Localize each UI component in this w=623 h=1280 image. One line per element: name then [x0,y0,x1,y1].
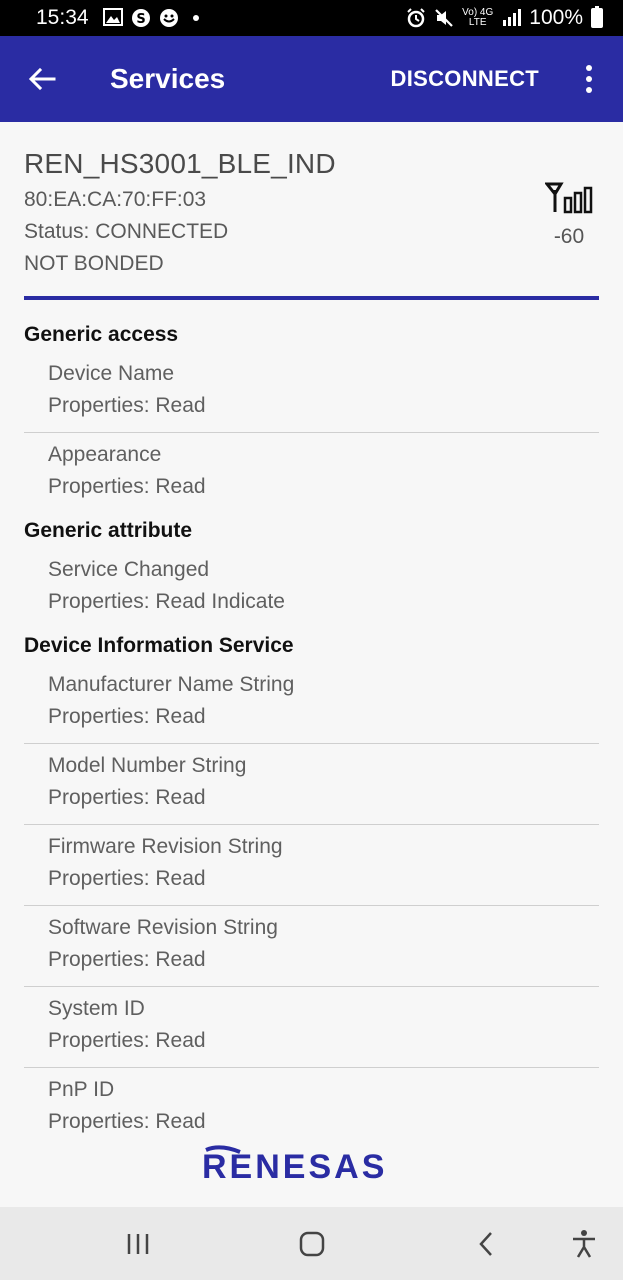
accessibility-button[interactable] [544,1207,623,1280]
characteristic-name: Service Changed [48,558,210,581]
home-button[interactable] [272,1207,352,1280]
service-generic-access: Generic access Device Name Properties: R… [24,318,599,514]
service-title: Generic attribute [24,519,193,542]
characteristic-item[interactable]: Firmware Revision String Properties: Rea… [24,825,599,906]
notification-dot-icon [192,15,199,21]
characteristic-name: PnP ID [48,1078,115,1101]
system-nav-bar [0,1207,623,1280]
mute-icon [434,8,454,28]
characteristic-properties: Properties: Read [48,786,206,809]
status-bar-right: Vo) 4G LTE 100% [406,6,603,30]
battery-icon [591,6,603,28]
characteristic-properties: Properties: Read [48,394,206,417]
service-generic-attribute: Generic attribute Service Changed Proper… [24,514,599,629]
header-divider [24,296,599,300]
back-button[interactable] [0,36,84,122]
volte-icon: Vo) 4G LTE [462,7,494,28]
characteristic-item[interactable]: Service Changed Properties: Read Indicat… [24,548,599,629]
renesas-logo: RENESAS [202,1145,387,1186]
smiley-icon [159,8,179,28]
characteristic-name: Appearance [48,443,162,466]
characteristic-properties: Properties: Read [48,1110,206,1133]
arrow-back-icon [28,67,56,91]
battery-percent: 100% [529,6,583,29]
gallery-icon [102,8,123,28]
characteristic-item[interactable]: Appearance Properties: Read [24,433,599,514]
rssi-indicator: -60 [539,182,599,249]
disconnect-button[interactable]: DISCONNECT [391,66,539,92]
alarm-icon [406,8,426,28]
characteristic-item[interactable]: PnP ID Properties: Read [24,1068,599,1149]
characteristic-properties: Properties: Read Indicate [48,590,285,613]
recent-apps-button[interactable] [98,1207,178,1280]
characteristic-item[interactable]: Device Name Properties: Read [24,352,599,433]
characteristic-properties: Properties: Read [48,948,206,971]
overflow-menu-button[interactable] [567,36,611,122]
home-icon [299,1231,325,1256]
characteristic-name: Software Revision String [48,916,278,939]
svg-text:S: S [136,12,145,27]
chevron-left-icon [479,1231,492,1256]
recent-apps-icon [127,1233,149,1254]
bond-status: NOT BONDED [24,252,164,275]
characteristic-properties: Properties: Read [48,705,206,728]
rssi-value: -60 [553,225,585,248]
service-device-information: Device Information Service Manufacturer … [24,629,599,1149]
connection-status: Status: CONNECTED [24,220,229,243]
characteristic-name: Manufacturer Name String [48,673,295,696]
characteristic-name: Firmware Revision String [48,835,283,858]
characteristic-item[interactable]: Software Revision String Properties: Rea… [24,906,599,987]
logo-text: RENESAS [202,1148,387,1186]
service-title: Generic access [24,323,179,346]
characteristic-name: Model Number String [48,754,247,777]
status-bar: 15:34 S Vo) 4G LTE 100% [0,0,623,36]
services-list: Generic access Device Name Properties: R… [24,318,599,1149]
signal-icon [501,8,522,28]
more-vert-icon [586,65,592,71]
app-bar: Services DISCONNECT [0,36,623,122]
characteristic-item[interactable]: Manufacturer Name String Properties: Rea… [24,663,599,744]
s-app-icon: S [131,8,151,28]
clock: 15:34 [36,6,89,29]
accessibility-icon [573,1229,595,1258]
characteristic-properties: Properties: Read [48,1029,206,1052]
characteristic-name: System ID [48,997,145,1020]
device-address: 80:EA:CA:70:FF:03 [24,188,207,211]
back-nav-button[interactable] [446,1207,526,1280]
device-header: REN_HS3001_BLE_IND 80:EA:CA:70:FF:03 Sta… [24,148,599,276]
characteristic-properties: Properties: Read [48,475,206,498]
page-title: Services [110,63,226,94]
signal-strength-icon [543,182,593,214]
characteristic-item[interactable]: Model Number String Properties: Read [24,744,599,825]
characteristic-item[interactable]: System ID Properties: Read [24,987,599,1068]
device-name: REN_HS3001_BLE_IND [24,148,336,179]
status-bar-left: 15:34 S [36,6,199,30]
service-title: Device Information Service [24,634,294,657]
characteristic-name: Device Name [48,362,175,385]
characteristic-properties: Properties: Read [48,867,206,890]
